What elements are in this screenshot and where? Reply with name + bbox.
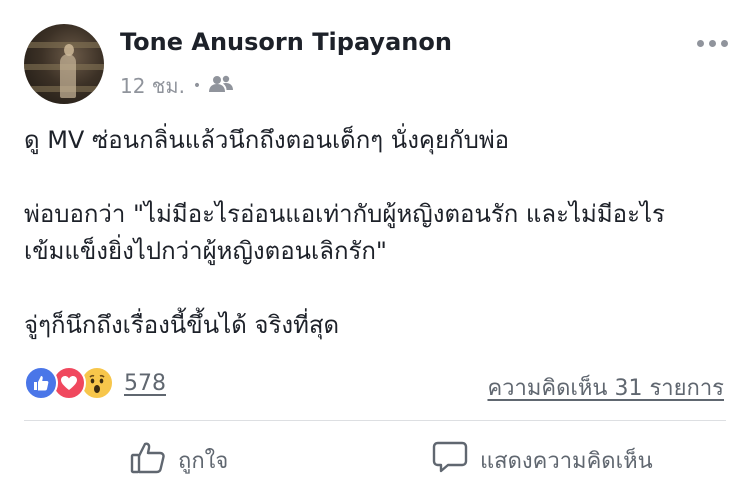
- comments-count-link[interactable]: ความคิดเห็น 31 รายการ: [487, 370, 724, 405]
- author-name[interactable]: Tone Anusorn Tipayanon: [120, 28, 452, 56]
- post-line: พ่อบอกว่า "ไม่มีอะไรอ่อนแอเท่ากับผู้หญิง…: [24, 200, 665, 228]
- separator-dot: •: [192, 78, 202, 94]
- post-meta: 12 ชม. •: [120, 70, 234, 102]
- friends-audience-icon[interactable]: [209, 74, 234, 98]
- post-line: จู่ๆก็นึกถึงเรื่องนี้ขึ้นได้ จริงที่สุด: [24, 311, 340, 339]
- actions-divider: [24, 420, 726, 421]
- like-button-label: ถูกใจ: [178, 448, 229, 474]
- author-avatar[interactable]: [24, 24, 104, 104]
- reaction-count[interactable]: 578: [124, 371, 166, 396]
- comment-button[interactable]: แสดงความคิดเห็น: [432, 440, 653, 480]
- post-line: เข้มแข็งยิ่งไปกว่าผู้หญิงตอนเลิกรัก": [24, 237, 387, 265]
- like-button[interactable]: ถูกใจ: [130, 440, 228, 480]
- like-reaction-icon: [24, 366, 58, 400]
- post-timestamp[interactable]: 12 ชม.: [120, 70, 185, 102]
- post-body: ดู MV ซ่อนกลิ่นแล้วนึกถึงตอนเด็กๆ นั่งคุ…: [24, 122, 730, 344]
- post-line: ดู MV ซ่อนกลิ่นแล้วนึกถึงตอนเด็กๆ นั่งคุ…: [24, 126, 510, 154]
- thumbs-up-icon: [130, 440, 166, 480]
- more-options-icon[interactable]: [697, 40, 728, 47]
- comment-bubble-icon: [432, 440, 468, 480]
- comment-button-label: แสดงความคิดเห็น: [480, 448, 653, 474]
- reactions-summary[interactable]: 578: [24, 366, 166, 400]
